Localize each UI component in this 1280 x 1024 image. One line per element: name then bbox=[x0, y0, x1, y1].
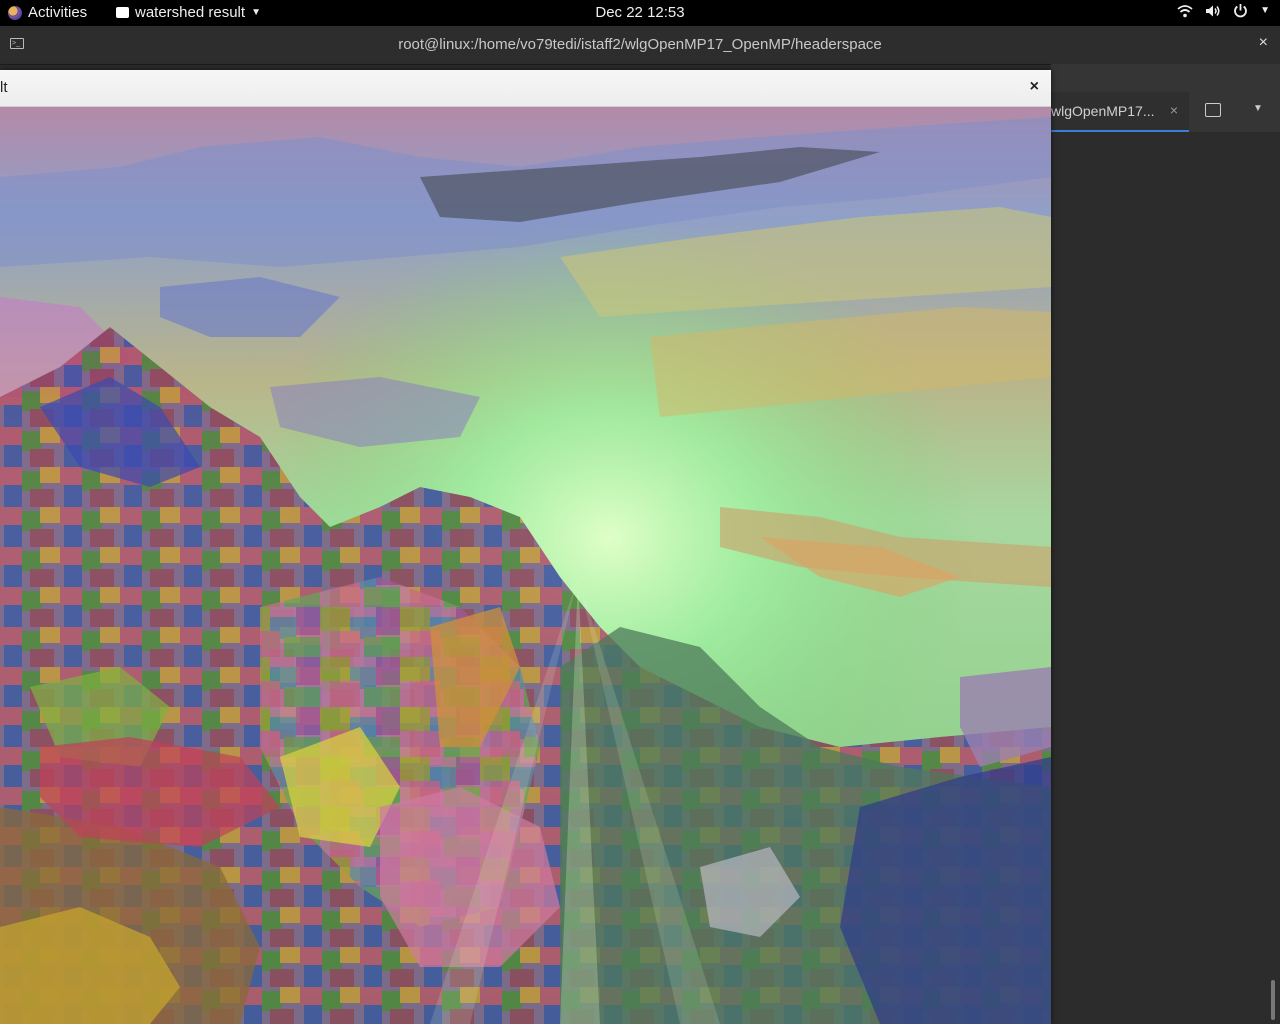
app-window-icon bbox=[116, 7, 129, 18]
watershed-window-title: lt bbox=[0, 79, 8, 96]
activities-button[interactable]: Activities bbox=[8, 4, 87, 21]
chevron-down-icon: ▼ bbox=[251, 7, 261, 18]
terminal-body[interactable] bbox=[1051, 132, 1280, 1024]
power-icon bbox=[1234, 4, 1247, 18]
segmented-landscape-image bbox=[0, 107, 1051, 1024]
watershed-titlebar[interactable]: lt × bbox=[0, 70, 1051, 107]
gnome-foot-icon bbox=[8, 5, 22, 20]
tab-close-icon[interactable]: × bbox=[1170, 102, 1178, 118]
volume-icon bbox=[1206, 5, 1220, 16]
watershed-result-image bbox=[0, 107, 1051, 1024]
gnome-top-bar: Activities watershed result ▼ Dec 22 12:… bbox=[0, 0, 1280, 26]
terminal-title: root@linux:/home/vo79tedi/istaff2/wlgOpe… bbox=[398, 36, 882, 53]
watershed-window: lt × bbox=[0, 70, 1051, 1024]
terminal-tab-label: wlgOpenMP17... bbox=[1051, 103, 1155, 119]
app-menu-button[interactable]: watershed result ▼ bbox=[116, 4, 261, 21]
terminal-titlebar[interactable]: >_ root@linux:/home/vo79tedi/istaff2/wlg… bbox=[0, 26, 1280, 65]
clock-button[interactable]: Dec 22 12:53 bbox=[595, 4, 684, 21]
watershed-close-button[interactable]: × bbox=[1030, 78, 1039, 96]
activities-label: Activities bbox=[28, 4, 88, 21]
tab-menu-chevron-icon[interactable]: ▼ bbox=[1253, 103, 1263, 114]
terminal-close-button[interactable]: × bbox=[1259, 34, 1268, 52]
new-tab-icon[interactable] bbox=[1205, 103, 1221, 117]
terminal-tab[interactable]: wlgOpenMP17... × bbox=[1051, 92, 1189, 132]
system-status-menu[interactable]: ▼ bbox=[1177, 3, 1270, 18]
chevron-down-icon: ▼ bbox=[1260, 5, 1270, 16]
wifi-icon bbox=[1177, 4, 1193, 17]
terminal-scrollbar[interactable] bbox=[1271, 980, 1275, 1020]
app-menu-label: watershed result bbox=[135, 4, 246, 21]
